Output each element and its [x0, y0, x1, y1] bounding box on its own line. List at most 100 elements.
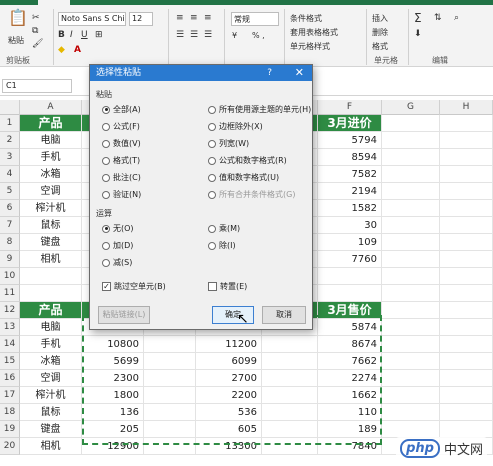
cell[interactable] [440, 353, 493, 370]
table2-col-b-cell[interactable]: 1800 [82, 387, 144, 404]
find-icon[interactable]: ⌕ [454, 13, 459, 23]
table2-mar-cell[interactable]: 2274 [318, 370, 382, 387]
row-header[interactable]: 8 [0, 234, 20, 251]
conditional-format-button[interactable]: 条件格式 [290, 13, 322, 24]
paste-icon[interactable]: 📋 [8, 10, 28, 26]
table1-header-mar[interactable]: 3月进价 [318, 115, 382, 132]
table1-mar-cell[interactable]: 5794 [318, 132, 382, 149]
row-header[interactable]: 12 [0, 302, 20, 319]
row-header[interactable]: 19 [0, 421, 20, 438]
cell[interactable] [262, 387, 318, 404]
radio-option[interactable]: 加(D) [102, 240, 133, 251]
cell[interactable] [440, 234, 493, 251]
radio-option[interactable]: 所有合并条件格式(G) [208, 189, 295, 200]
cell[interactable] [440, 132, 493, 149]
skip-blanks-checkbox[interactable]: ✓ 跳过空单元(B) [102, 281, 166, 292]
cell[interactable] [440, 200, 493, 217]
cell[interactable] [382, 234, 440, 251]
number-format-select[interactable]: 常规 [231, 12, 279, 26]
radio-option[interactable]: 全部(A) [102, 104, 141, 115]
cell[interactable] [382, 166, 440, 183]
paste-link-button[interactable]: 粘贴链接(L) [98, 306, 150, 324]
cell[interactable] [262, 438, 318, 455]
table2-mar-cell[interactable]: 8674 [318, 336, 382, 353]
table2-mar-cell[interactable]: 5874 [318, 319, 382, 336]
cell[interactable] [318, 268, 382, 285]
fill-color-icon[interactable]: ◆ [58, 45, 65, 55]
cell[interactable] [262, 404, 318, 421]
cell[interactable] [262, 421, 318, 438]
table2-col-d-cell[interactable]: 6099 [196, 353, 262, 370]
dialog-title-bar[interactable]: 选择性粘贴 ? ✕ [90, 65, 312, 81]
table2-col-d-cell[interactable]: 536 [196, 404, 262, 421]
table2-product-cell[interactable]: 鼠标 [20, 404, 82, 421]
radio-option[interactable]: 公式(F) [102, 121, 140, 132]
cell[interactable] [382, 132, 440, 149]
italic-icon[interactable]: I [70, 30, 73, 40]
cell[interactable] [440, 319, 493, 336]
table1-product-cell[interactable]: 键盘 [20, 234, 82, 251]
bold-icon[interactable]: B [58, 30, 65, 40]
table1-mar-cell[interactable]: 30 [318, 217, 382, 234]
cell[interactable] [382, 353, 440, 370]
row-header[interactable]: 6 [0, 200, 20, 217]
table2-mar-cell[interactable]: 1662 [318, 387, 382, 404]
cell[interactable] [382, 251, 440, 268]
row-header[interactable]: 14 [0, 336, 20, 353]
table2-mar-cell[interactable]: 189 [318, 421, 382, 438]
font-color-icon[interactable]: A [74, 45, 81, 55]
row-header[interactable]: 15 [0, 353, 20, 370]
table2-col-b-cell[interactable]: 2300 [82, 370, 144, 387]
insert-cells-button[interactable]: 插入 [372, 13, 388, 24]
cell[interactable] [382, 302, 440, 319]
row-header[interactable]: 20 [0, 438, 20, 455]
radio-option[interactable]: 边框除外(X) [208, 121, 263, 132]
help-icon[interactable]: ? [267, 65, 272, 81]
cell[interactable] [382, 183, 440, 200]
table2-product-cell[interactable]: 键盘 [20, 421, 82, 438]
cell[interactable] [144, 387, 196, 404]
fill-icon[interactable]: ⬇ [414, 29, 422, 39]
table2-product-cell[interactable]: 冰箱 [20, 353, 82, 370]
column-header-g[interactable]: G [382, 100, 440, 115]
cell[interactable] [440, 302, 493, 319]
table2-header-mar[interactable]: 3月售价 [318, 302, 382, 319]
table2-product-cell[interactable]: 相机 [20, 438, 82, 455]
cell[interactable] [382, 149, 440, 166]
table2-col-b-cell[interactable]: 10800 [82, 336, 144, 353]
cell[interactable] [382, 285, 440, 302]
table1-header-product[interactable]: 产品 [20, 115, 82, 132]
cell[interactable] [144, 438, 196, 455]
cell[interactable] [382, 404, 440, 421]
cell[interactable] [262, 353, 318, 370]
row-header[interactable]: 13 [0, 319, 20, 336]
row-header[interactable]: 11 [0, 285, 20, 302]
row-header[interactable]: 4 [0, 166, 20, 183]
table2-col-d-cell[interactable]: 605 [196, 421, 262, 438]
align-right-icon[interactable]: ☰ [204, 30, 212, 40]
table2-product-cell[interactable]: 手机 [20, 336, 82, 353]
border-icon[interactable]: ⊞ [95, 30, 103, 40]
table2-col-b-cell[interactable]: 136 [82, 404, 144, 421]
cell[interactable] [440, 387, 493, 404]
paste-button[interactable]: 粘贴 [8, 35, 24, 46]
table2-col-d-cell[interactable]: 2700 [196, 370, 262, 387]
table1-product-cell[interactable]: 榨汁机 [20, 200, 82, 217]
table2-mar-cell[interactable]: 110 [318, 404, 382, 421]
radio-option[interactable]: 批注(C) [102, 172, 141, 183]
column-header-h[interactable]: H [440, 100, 493, 115]
percent-button[interactable]: % , [252, 31, 265, 40]
format-cells-button[interactable]: 格式 [372, 41, 388, 52]
radio-option[interactable]: 数值(V) [102, 138, 141, 149]
table1-product-cell[interactable]: 空调 [20, 183, 82, 200]
font-size-select[interactable]: 12 [129, 12, 153, 26]
cell[interactable] [440, 166, 493, 183]
table1-mar-cell[interactable]: 7582 [318, 166, 382, 183]
cell[interactable] [382, 217, 440, 234]
row-header[interactable]: 9 [0, 251, 20, 268]
align-top-icon[interactable]: ≡ [176, 13, 184, 23]
cell[interactable] [382, 421, 440, 438]
table1-mar-cell[interactable]: 1582 [318, 200, 382, 217]
cell[interactable] [382, 387, 440, 404]
cell[interactable] [440, 251, 493, 268]
